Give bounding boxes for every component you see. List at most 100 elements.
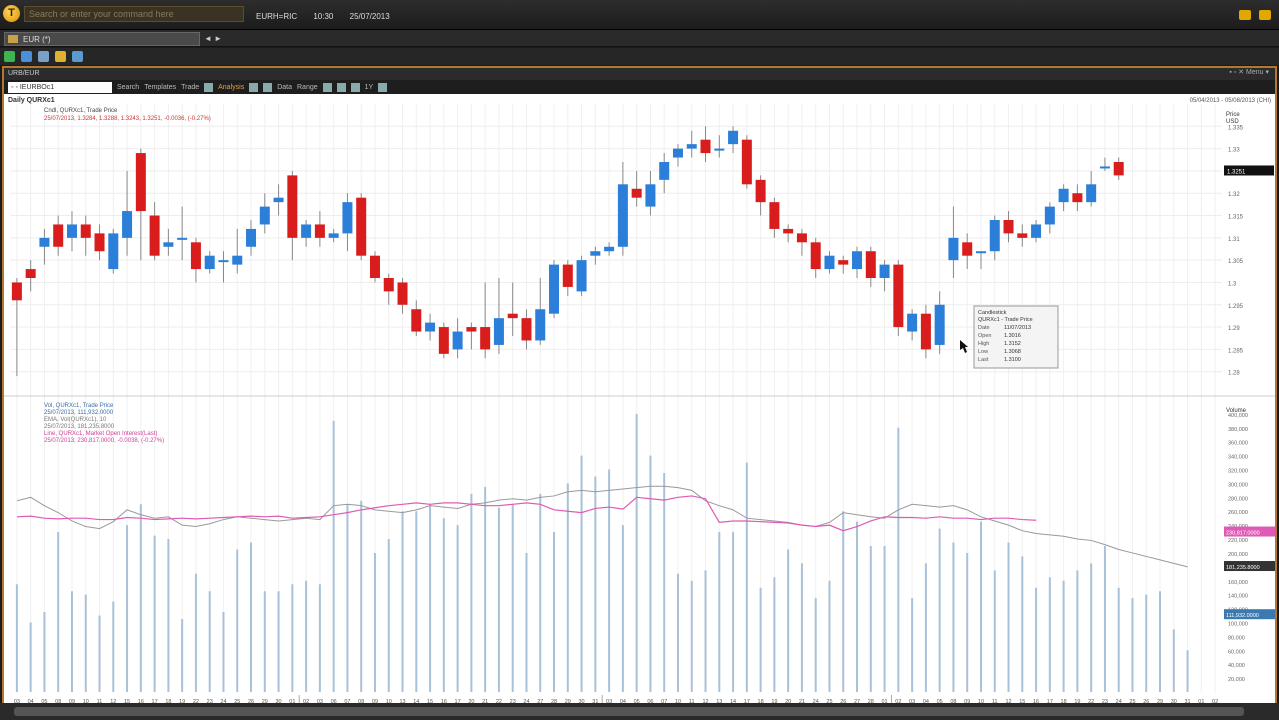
candle: [273, 197, 284, 203]
tooltip-value: 11/07/2013: [1004, 325, 1031, 331]
candle: [741, 139, 752, 185]
candle: [755, 179, 766, 203]
command-search-input[interactable]: Search or enter your command here: [24, 6, 244, 22]
candle: [810, 242, 821, 270]
volume-tick-label: 200,000: [1228, 552, 1248, 558]
candle: [163, 242, 174, 247]
volume-tick-label: 20,000: [1228, 677, 1245, 683]
toolbar-range[interactable]: Range: [297, 84, 318, 91]
candle: [645, 184, 656, 207]
toolbar-templates[interactable]: Templates: [144, 84, 176, 91]
toolbar-period[interactable]: 1Y: [365, 84, 374, 91]
price-volume-chart[interactable]: 1.3351.331.3251.321.3151.311.3051.31.295…: [4, 94, 1276, 716]
candle: [824, 255, 835, 270]
ema-line: [16, 485, 1188, 568]
save-icon[interactable]: [21, 51, 32, 62]
toolbar-analysis[interactable]: Analysis: [218, 84, 244, 91]
add-icon[interactable]: [4, 51, 15, 62]
ticker-time: 10:30: [313, 12, 334, 21]
search-icon[interactable]: [55, 51, 66, 62]
candle: [1017, 233, 1028, 238]
print-icon[interactable]: [38, 51, 49, 62]
candle: [232, 255, 243, 265]
candle: [1086, 184, 1097, 203]
draw-icon[interactable]: [249, 82, 259, 92]
candle: [218, 260, 229, 263]
tooltip-value: 1.3152: [1004, 341, 1021, 347]
candle: [149, 215, 160, 256]
candle: [94, 233, 105, 252]
layout3-icon[interactable]: [350, 82, 360, 92]
tooltip-series: QURXc1 - Trade Price: [978, 317, 1033, 323]
volume-legend-line: Line, QURXc1, Market Open Interest(Last): [44, 431, 157, 437]
candle: [783, 228, 794, 234]
volume-tick-label: 80,000: [1228, 635, 1245, 641]
candle: [893, 264, 904, 328]
candle: [80, 224, 91, 238]
ticker-ric: EURH=RIC: [256, 12, 298, 21]
candle: [177, 237, 188, 240]
candle: [314, 224, 325, 238]
candle: [659, 162, 670, 180]
user-icon[interactable]: [1259, 10, 1271, 20]
toolbar-data[interactable]: Data: [277, 84, 292, 91]
scroll-thumb[interactable]: [14, 707, 1244, 716]
volume-value-label: 230,817.0000: [1226, 531, 1260, 537]
folder-icon[interactable]: [1239, 10, 1251, 20]
candle: [328, 233, 339, 238]
candle: [838, 260, 849, 265]
volume-tick-label: 260,000: [1228, 510, 1248, 516]
volume-legend-line: 25/07/2013, 111,932.0000: [44, 410, 114, 416]
volume-legend-line: EMA, Vol(QURXc1), 10: [44, 417, 107, 423]
volume-tick-label: 380,000: [1228, 427, 1248, 433]
candle: [948, 237, 959, 261]
export-icon[interactable]: [378, 82, 388, 92]
volume-tick-label: 280,000: [1228, 496, 1248, 502]
candle: [356, 197, 367, 256]
candle: [1003, 220, 1014, 234]
candle: [1031, 224, 1042, 238]
candle: [66, 224, 77, 238]
chart-icon[interactable]: [204, 82, 214, 92]
candle: [728, 130, 739, 145]
volume-legend-line: Vol, QURXc1, Trade Price: [44, 403, 114, 409]
candle: [590, 251, 601, 256]
toolbar-search[interactable]: Search: [117, 84, 139, 91]
toolbar-trade[interactable]: Trade: [181, 84, 199, 91]
zoom-icon[interactable]: [263, 82, 273, 92]
volume-tick-label: 400,000: [1228, 413, 1248, 419]
candle: [507, 313, 518, 319]
candle: [246, 228, 257, 247]
candle: [672, 148, 683, 158]
price-tick-label: 1.285: [1228, 348, 1244, 354]
tab-eur[interactable]: EUR (*): [4, 32, 200, 46]
candle: [383, 278, 394, 292]
horizontal-scrollbar[interactable]: [0, 703, 1279, 720]
volume-tick-label: 40,000: [1228, 663, 1245, 669]
candle: [190, 242, 201, 270]
chart-area[interactable]: 1.3351.331.3251.321.3151.311.3051.31.295…: [4, 94, 1276, 716]
tooltip-value: 1.3100: [1004, 357, 1021, 363]
window-controls[interactable]: ▪ ▫ ✕ Menu ▾: [1229, 68, 1269, 76]
ric-input[interactable]: ◦ ◦ IEURBOc1: [8, 81, 112, 93]
settings-icon[interactable]: [72, 51, 83, 62]
tooltip-key: Low: [978, 349, 988, 355]
volume-legend-line: 25/07/2013, 230,817.0000, -0.0038, (-0.2…: [44, 438, 164, 444]
candle: [1072, 193, 1083, 203]
candle: [1044, 206, 1055, 225]
candle: [562, 264, 573, 287]
candle: [397, 282, 408, 305]
layout-icon[interactable]: [322, 82, 332, 92]
ticker-date: 25/07/2013: [349, 12, 390, 21]
candle: [1058, 188, 1069, 203]
price-tick-label: 1.295: [1228, 304, 1244, 310]
candle: [122, 211, 133, 238]
app-logo-icon[interactable]: T: [3, 5, 20, 22]
tab-label: EUR (*): [23, 35, 51, 44]
candle: [631, 188, 642, 198]
candle: [975, 251, 986, 254]
tab-nav-arrows[interactable]: ◄ ►: [204, 32, 222, 46]
layout2-icon[interactable]: [336, 82, 346, 92]
candle: [989, 220, 1000, 252]
volume-tick-label: 340,000: [1228, 455, 1248, 461]
